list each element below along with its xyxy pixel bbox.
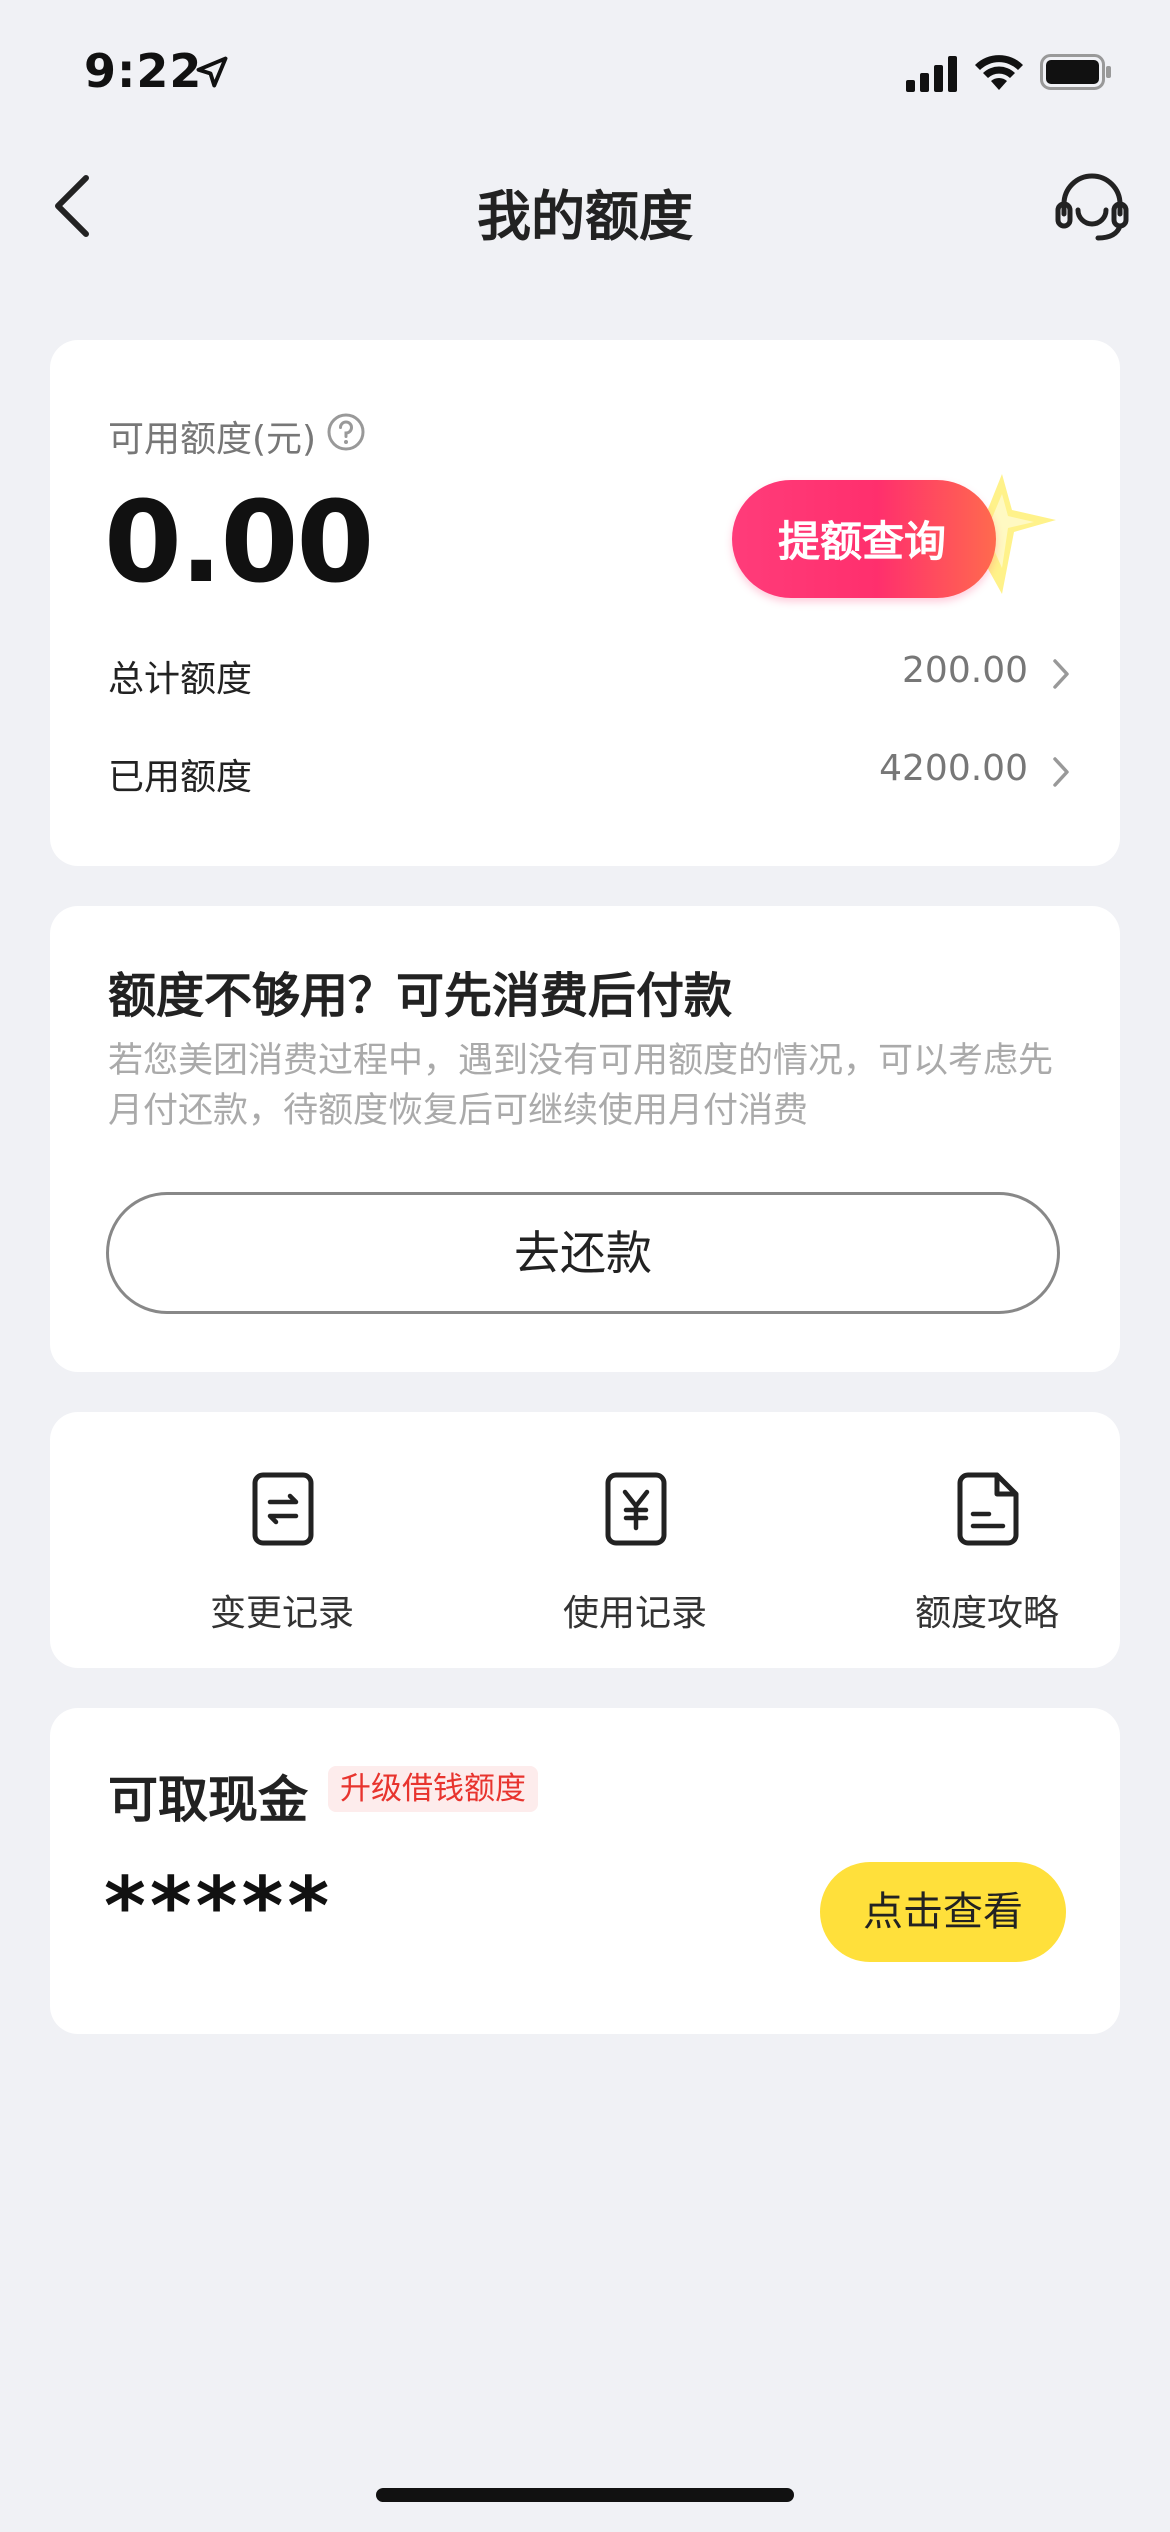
shortcut-limit-guide[interactable]: 额度攻略 (857, 1472, 1117, 1634)
pay-later-card: 额度不够用？可先消费后付款 若您美团消费过程中，遇到没有可用额度的情况，可以考虑… (50, 906, 1120, 1372)
chevron-right-icon (1053, 757, 1069, 787)
cash-card: 可取现金 升级借钱额度 ***** 点击查看 (50, 1708, 1120, 2034)
total-limit-row[interactable]: 总计额度 200.00 (108, 642, 1072, 702)
guide-document-icon (957, 1472, 1019, 1546)
shortcut-change-records[interactable]: 变更记录 (152, 1472, 412, 1634)
total-limit-label: 总计额度 (108, 659, 253, 700)
status-time: 9:22 (84, 44, 203, 98)
pay-later-description: 若您美团消费过程中，遇到没有可用额度的情况，可以考虑先月付还款，待额度恢复后可继… (108, 1041, 1054, 1131)
shortcut-label: 变更记录 (209, 1593, 354, 1634)
shortcuts-card: 变更记录 使用记录 额度攻略 (50, 1412, 1120, 1668)
headset-icon[interactable] (1054, 170, 1130, 246)
used-limit-row[interactable]: 已用额度 4200.00 (108, 740, 1072, 800)
cash-title: 可取现金 (108, 1771, 308, 1829)
total-limit-value: 200.00 (902, 650, 1028, 691)
shortcut-label: 使用记录 (562, 1593, 707, 1634)
repay-button[interactable]: 去还款 (106, 1192, 1060, 1314)
exchange-document-icon (252, 1472, 314, 1546)
status-bar: 9:22 (0, 0, 1170, 150)
question-circle-icon[interactable] (326, 412, 366, 452)
available-limit-label: 可用额度(元) (108, 419, 317, 460)
used-limit-label: 已用额度 (108, 757, 253, 798)
shortcut-label: 额度攻略 (914, 1593, 1059, 1634)
upgrade-loan-tag: 升级借钱额度 (328, 1766, 538, 1812)
raise-limit-label: 提额查询 (778, 517, 947, 566)
pay-later-title: 额度不够用？可先消费后付款 (108, 968, 733, 1024)
signal-icon (906, 56, 957, 92)
chevron-right-icon (1053, 659, 1069, 689)
wifi-icon (975, 55, 1023, 90)
available-limit-amount: 0.00 (104, 478, 374, 608)
view-cash-button[interactable]: 点击查看 (820, 1862, 1066, 1962)
masked-cash-amount: ***** (104, 1860, 334, 1953)
nav-bar: 我的额度 (0, 150, 1170, 260)
page-title: 我的额度 (477, 185, 693, 248)
limit-card: 可用额度(元) 0.00 提额查询 总计额度 200.00 已用额度 4200.… (50, 340, 1120, 866)
battery-icon (1040, 54, 1111, 90)
yuan-document-icon (605, 1472, 667, 1546)
shortcut-usage-records[interactable]: 使用记录 (505, 1472, 765, 1634)
home-indicator (376, 2488, 794, 2502)
used-limit-value: 4200.00 (879, 748, 1028, 789)
location-arrow-icon (196, 56, 228, 88)
raise-limit-button[interactable]: 提额查询 (730, 470, 1060, 610)
